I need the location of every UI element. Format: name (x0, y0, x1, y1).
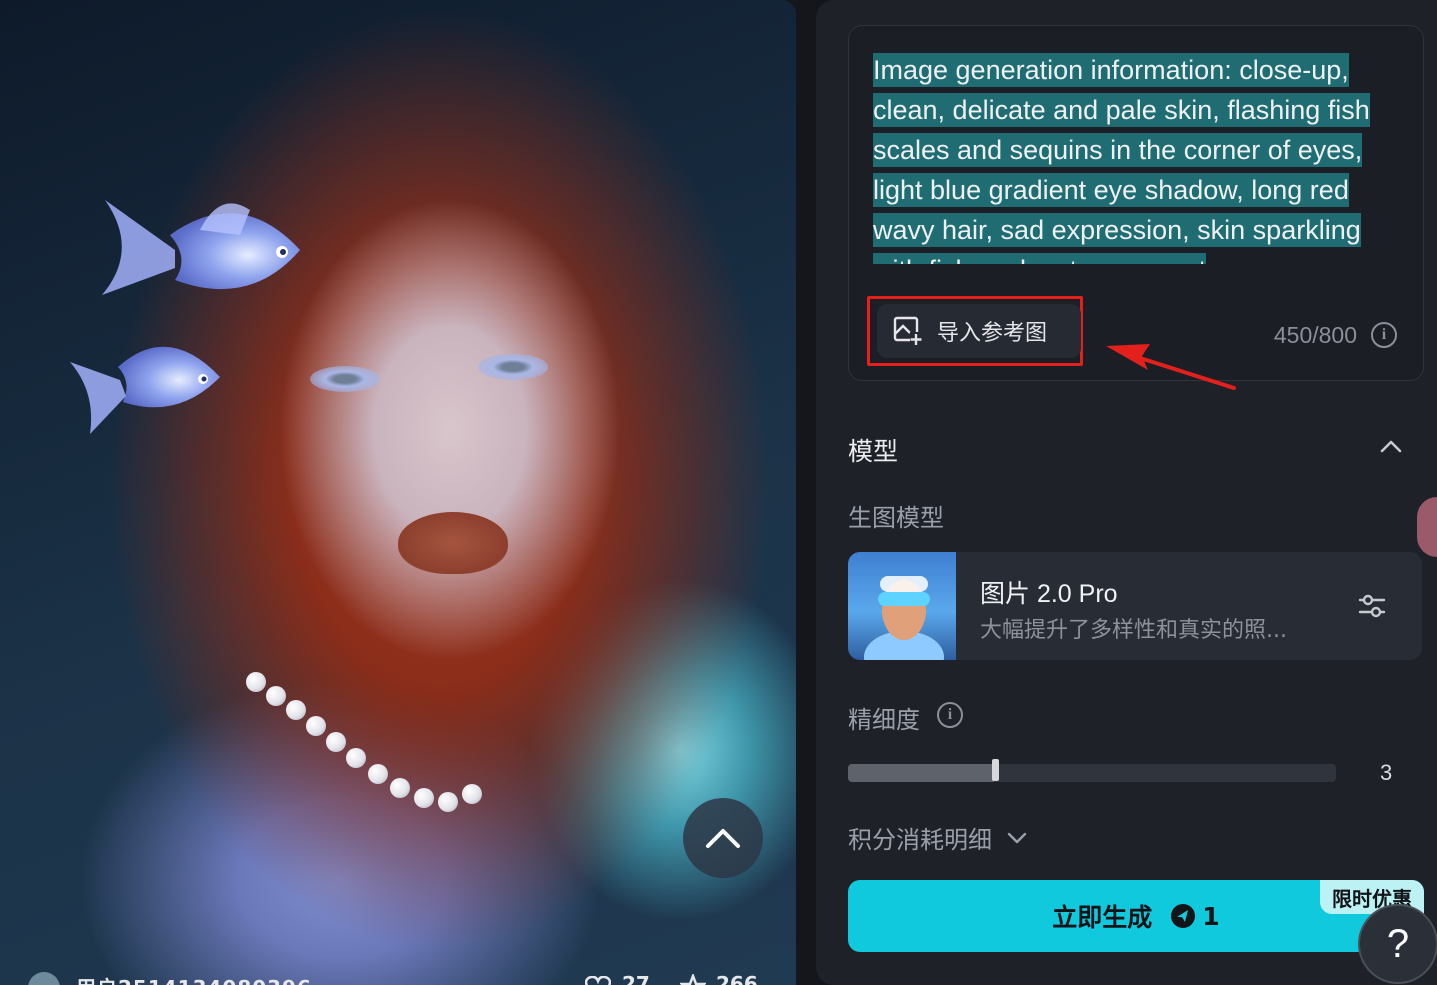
generate-cost: 1 (1202, 901, 1220, 931)
detail-slider-track[interactable] (848, 764, 1336, 782)
info-icon[interactable]: i (937, 702, 963, 728)
star-icon[interactable] (680, 974, 706, 985)
author-name[interactable]: 用户2514134080396 (76, 972, 312, 985)
sliders-settings-icon[interactable] (1356, 590, 1388, 622)
red-arrow-annotation (1106, 344, 1236, 390)
avatar[interactable] (28, 972, 60, 985)
info-icon[interactable]: i (1371, 322, 1397, 348)
image-model-label: 生图模型 (848, 504, 944, 532)
side-float-button[interactable] (1417, 497, 1437, 557)
model-selector-card[interactable]: 图片 2.0 Pro 大幅提升了多样性和真实的照... (848, 552, 1422, 660)
detail-slider-thumb[interactable] (992, 759, 999, 781)
heart-icon[interactable] (585, 976, 611, 985)
chevron-down-icon (1007, 832, 1027, 843)
scroll-up-button[interactable] (683, 798, 763, 878)
save-count: 266 (716, 972, 758, 985)
credit-cost-details-toggle[interactable]: 积分消耗明细 (848, 820, 1028, 855)
credit-cost-details-label: 积分消耗明细 (848, 826, 992, 854)
generation-panel: Image generation information: close-up, … (816, 0, 1437, 985)
detail-level-label: 精细度 (848, 706, 920, 734)
add-image-icon (893, 316, 922, 345)
like-count: 27 (622, 972, 650, 985)
lips (398, 512, 508, 574)
right-eye (478, 354, 548, 380)
import-reference-label: 导入参考图 (937, 321, 1048, 346)
prompt-box[interactable]: Image generation information: close-up, … (848, 25, 1424, 381)
prompt-textarea[interactable]: Image generation information: close-up, … (873, 50, 1393, 264)
generate-label: 立即生成 (1052, 903, 1153, 932)
help-button[interactable]: ? (1358, 904, 1437, 984)
chevron-up-icon (706, 829, 740, 848)
char-counter: 450/800 (1273, 322, 1357, 348)
fish-hairclip-large (102, 200, 300, 295)
detail-slider-fill (848, 764, 994, 782)
author-bar: 用户2514134080396 27 266 (0, 962, 796, 985)
model-description: 大幅提升了多样性和真实的照... (980, 618, 1287, 643)
fish-hairclip-small (70, 346, 220, 434)
model-name: 图片 2.0 Pro (980, 580, 1118, 608)
credit-coin-icon (1171, 904, 1196, 928)
generated-image[interactable]: 用户2514134080396 27 266 (0, 0, 796, 985)
chevron-up-icon[interactable] (1376, 432, 1406, 462)
left-eye (310, 366, 380, 392)
import-reference-image-button[interactable]: 导入参考图 (877, 304, 1081, 358)
prompt-text: Image generation information: close-up, … (873, 53, 1370, 264)
pearl-necklace (240, 660, 500, 830)
detail-value: 3 (1380, 760, 1393, 782)
model-thumbnail (848, 552, 956, 660)
model-section-title: 模型 (848, 437, 899, 466)
